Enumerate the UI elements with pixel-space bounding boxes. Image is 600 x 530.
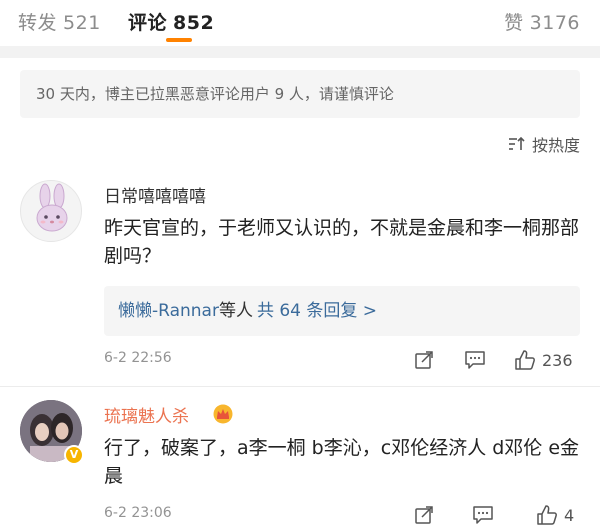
like-button[interactable]: 4 (536, 503, 574, 527)
comment-text: 昨天官宣的，于老师又认识的，不就是金晨和李一桐那部剧吗？ (104, 217, 580, 267)
share-button[interactable] (414, 503, 434, 527)
tab-like-count: 3176 (529, 12, 580, 34)
reply-etc: 等人 (218, 301, 253, 321)
share-icon (415, 506, 433, 524)
comment-icon (473, 506, 493, 524)
comment-divider (0, 386, 600, 387)
thumbs-up-icon (537, 505, 557, 525)
moderation-notice: 30 天内，博主已拉黑恶意评论用户 9 人，请谨慎评论 (20, 70, 580, 118)
tab-comment-count: 852 (173, 12, 215, 34)
share-icon (415, 351, 433, 369)
tab-like-label: 赞 (504, 12, 524, 34)
replies-summary[interactable]: 懒懒-Rannar等人共 64 条回复 > (104, 286, 580, 336)
thumbs-up-icon (515, 350, 535, 370)
tab-comment[interactable]: 评论 852 (128, 8, 214, 35)
reply-button[interactable] (464, 348, 486, 372)
sort-button[interactable]: 按热度 (508, 132, 580, 156)
verified-badge: V (64, 445, 84, 465)
reply-button[interactable] (472, 503, 494, 527)
comment-username[interactable]: 琉璃魅人杀 (104, 402, 189, 427)
avatar[interactable] (20, 180, 82, 242)
sort-label: 按热度 (531, 136, 580, 155)
comment-text: 行了，破案了，a李一桐 b李沁，c邓伦经济人 d邓伦 e金晨 (104, 437, 580, 487)
comment-icon (465, 351, 485, 369)
comment-meta: 6-2 23:06 4 (104, 503, 580, 527)
tab-repost-label: 转发 (18, 12, 58, 34)
section-divider (0, 46, 600, 58)
reply-count[interactable]: 共 64 条回复 > (257, 301, 377, 321)
crown-icon (213, 404, 233, 424)
tab-comment-label: 评论 (128, 12, 168, 34)
sort-icon (508, 136, 525, 150)
like-count: 236 (542, 350, 573, 370)
bunny-avatar-icon (36, 183, 68, 232)
comment-username[interactable]: 日常嘻嘻嘻嘻 (104, 182, 206, 207)
tab-repost[interactable]: 转发 521 (18, 8, 101, 35)
comment-tabs: 转发 521 评论 852 赞 3176 (0, 0, 600, 44)
comment-meta: 6-2 22:56 236 (104, 348, 580, 372)
share-button[interactable] (414, 348, 434, 372)
comment-time: 6-2 22:56 (104, 350, 172, 366)
reply-author[interactable]: 懒懒-Rannar (118, 301, 219, 321)
like-button[interactable]: 236 (514, 348, 573, 372)
active-tab-indicator (166, 38, 192, 42)
comment-time: 6-2 23:06 (104, 505, 172, 521)
tab-like[interactable]: 赞 3176 (504, 8, 580, 35)
like-count: 4 (564, 505, 575, 525)
tab-repost-count: 521 (63, 12, 101, 34)
